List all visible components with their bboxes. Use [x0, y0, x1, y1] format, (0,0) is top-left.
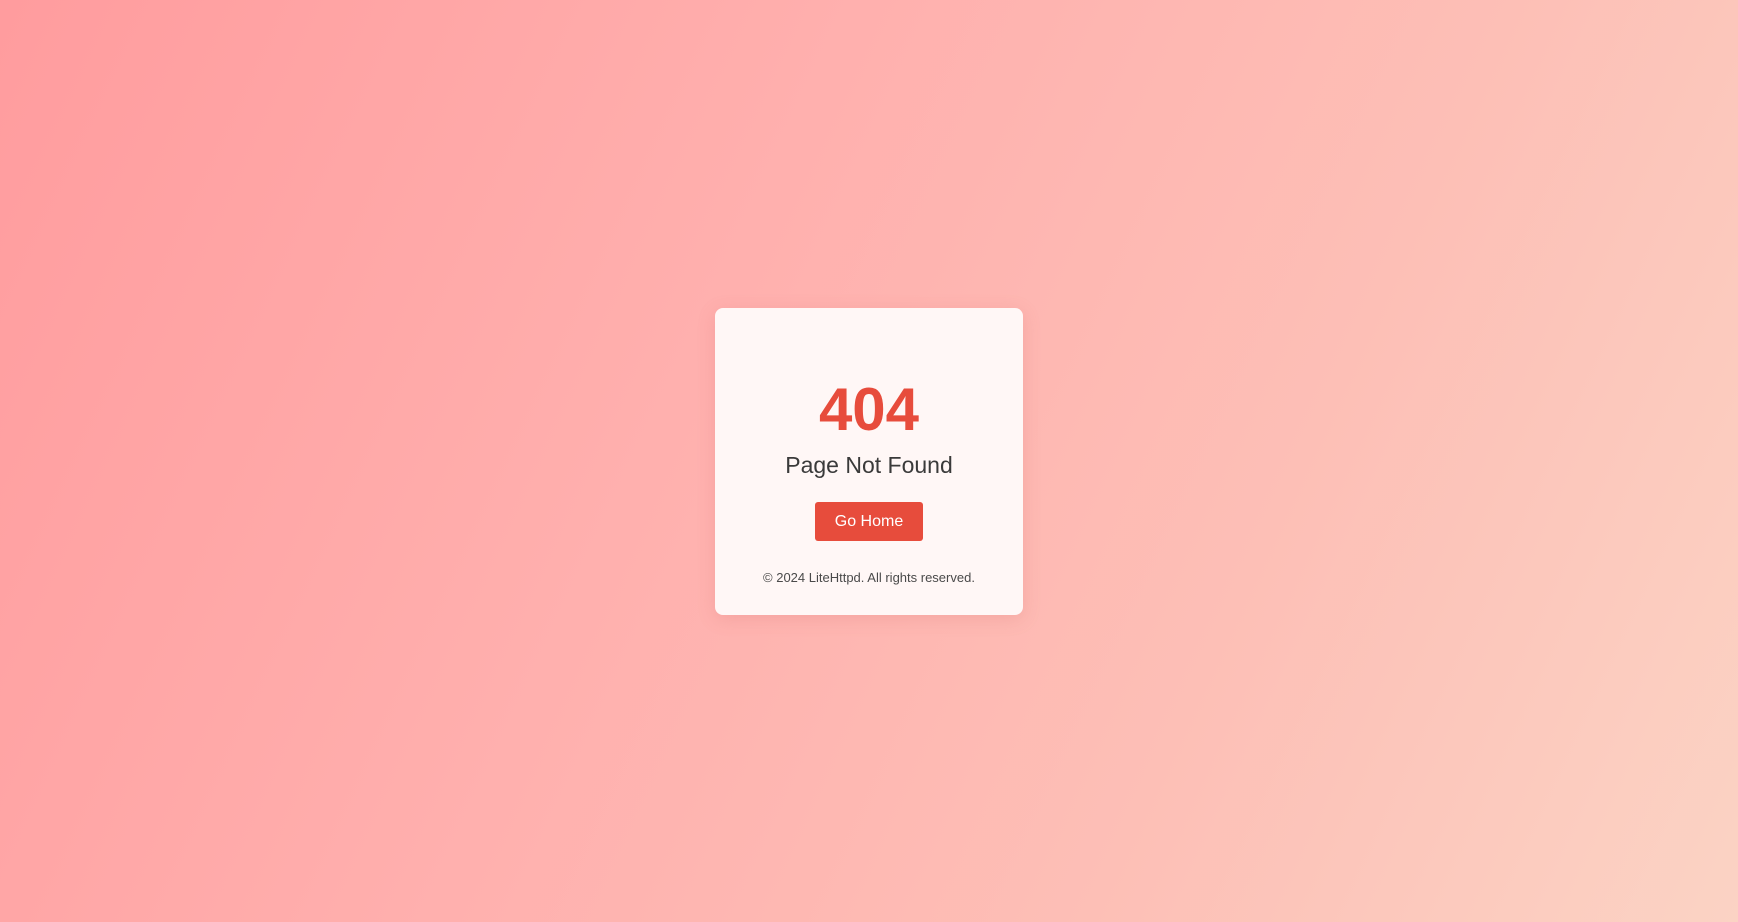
error-code: 404	[818, 376, 920, 443]
go-home-button[interactable]: Go Home	[815, 502, 923, 541]
error-card: 404 Page Not Found Go Home © 2024 LiteHt…	[715, 308, 1023, 615]
error-message: Page Not Found	[785, 452, 953, 478]
copyright-text: © 2024 LiteHttpd. All rights reserved.	[763, 570, 975, 585]
